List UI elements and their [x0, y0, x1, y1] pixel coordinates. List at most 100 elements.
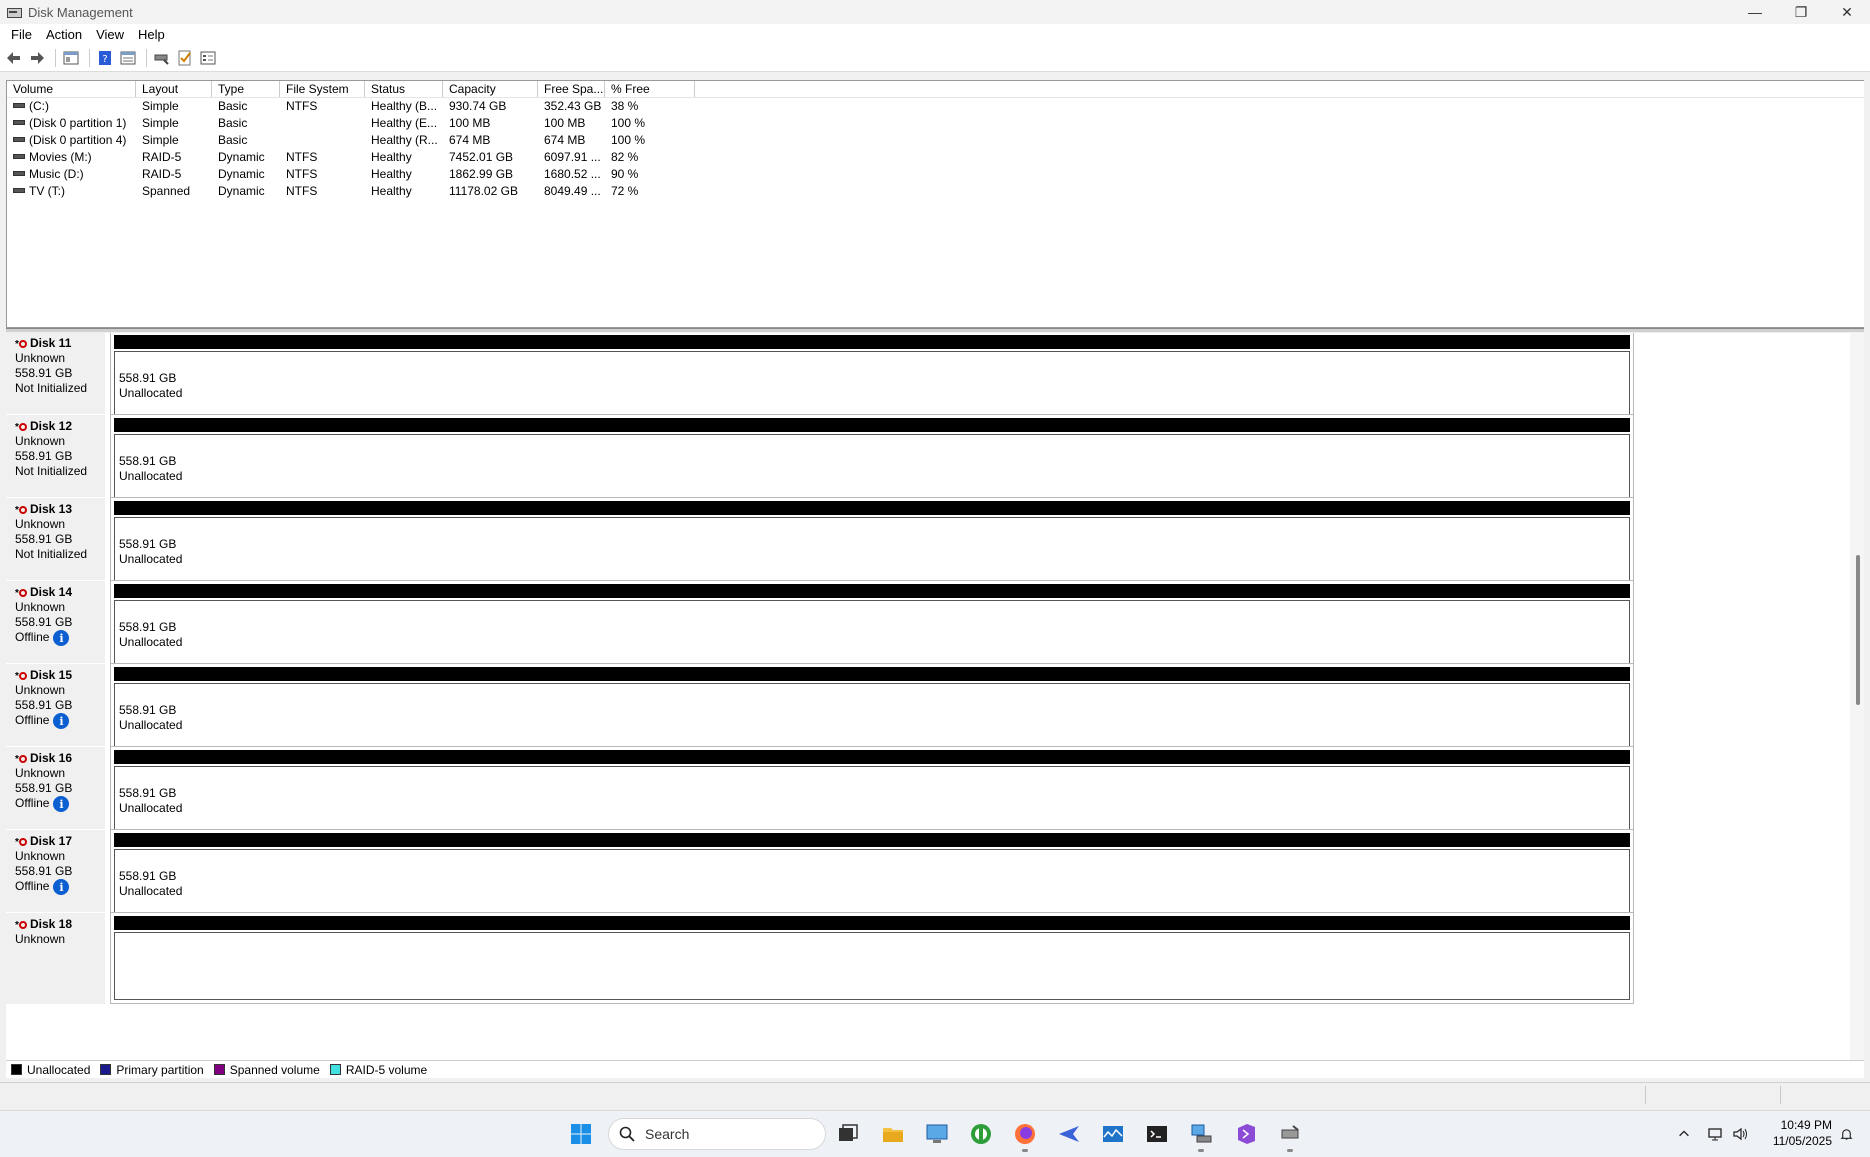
- vertical-scrollbar[interactable]: [1850, 333, 1864, 1060]
- column-layout[interactable]: Layout: [136, 81, 212, 97]
- partition-region[interactable]: 558.91 GB Unallocated: [114, 351, 1630, 419]
- menu-action[interactable]: Action: [39, 27, 89, 42]
- partition-region[interactable]: 558.91 GB Unallocated: [114, 766, 1630, 834]
- app-button-plane[interactable]: [1054, 1119, 1084, 1149]
- legend-label: Unallocated: [27, 1062, 91, 1077]
- volume-cell-volume: (Disk 0 partition 1): [7, 115, 136, 132]
- volume-list: Volume Layout Type File System Status Ca…: [6, 80, 1864, 328]
- close-button[interactable]: ✕: [1824, 0, 1870, 24]
- menu-file[interactable]: File: [4, 27, 39, 42]
- help-button[interactable]: ?: [95, 48, 115, 68]
- drive-icon: [13, 103, 25, 109]
- firefox-button[interactable]: [1010, 1119, 1040, 1152]
- partition-region[interactable]: 558.91 GB Unallocated: [114, 517, 1630, 585]
- connect-button[interactable]: [152, 48, 172, 68]
- drive-icon: [13, 188, 25, 194]
- remote-desktop-button[interactable]: [922, 1119, 952, 1149]
- notifications-button[interactable]: [1834, 1119, 1858, 1149]
- partition-label: Unallocated: [119, 386, 183, 400]
- volume-cell-layout: Simple: [136, 132, 212, 149]
- disk-type: Unknown: [15, 683, 66, 697]
- partition-region[interactable]: [114, 932, 1630, 1000]
- back-button[interactable]: [4, 48, 24, 68]
- terminal-button[interactable]: [1142, 1119, 1172, 1149]
- xbox-app-button[interactable]: [966, 1119, 996, 1149]
- info-icon[interactable]: i: [53, 796, 70, 812]
- visual-studio-button[interactable]: [1231, 1119, 1261, 1149]
- partition-size: 558.91 GB: [119, 786, 177, 800]
- column-percent-free[interactable]: % Free: [605, 81, 695, 97]
- column-free-space[interactable]: Free Spa...: [538, 81, 605, 97]
- volume-cell-layout: RAID-5: [136, 166, 212, 183]
- disk-label[interactable]: Disk 18Unknown: [6, 912, 105, 1004]
- menu-help[interactable]: Help: [131, 27, 172, 42]
- show-hidden-icons-button[interactable]: [1672, 1119, 1696, 1149]
- volume-cell-type: Dynamic: [212, 166, 280, 183]
- column-type[interactable]: Type: [212, 81, 280, 97]
- partition-size: 558.91 GB: [119, 371, 177, 385]
- volume-row[interactable]: Music (D:) RAID-5 Dynamic NTFS Healthy 1862.9…: [7, 166, 1864, 183]
- file-explorer-button[interactable]: [878, 1119, 908, 1149]
- restore-button[interactable]: ❐: [1778, 0, 1824, 24]
- volume-tray-button[interactable]: [1728, 1119, 1752, 1149]
- app-button-chart[interactable]: [1098, 1119, 1128, 1149]
- task-view-button[interactable]: [833, 1119, 863, 1149]
- volume-cell-text: 72 %: [611, 184, 639, 198]
- info-icon[interactable]: i: [53, 713, 70, 729]
- column-file-system[interactable]: File System: [280, 81, 365, 97]
- volume-cell-text: 11178.02 GB: [449, 184, 518, 198]
- disk-name: Disk 16: [15, 751, 105, 767]
- unallocated-bar: [114, 501, 1630, 515]
- volume-cell-fs: NTFS: [280, 149, 365, 166]
- partition-box[interactable]: [110, 912, 1634, 1004]
- disk-state: Not Initialized: [15, 547, 105, 562]
- volume-cell-status: Healthy: [365, 166, 443, 183]
- disk-state-text: Not Initialized: [15, 464, 88, 478]
- check-button[interactable]: [175, 48, 195, 68]
- volume-cell-type: Dynamic: [212, 149, 280, 166]
- windows-logo-icon: [571, 1124, 591, 1144]
- info-icon[interactable]: i: [53, 879, 70, 895]
- column-volume[interactable]: Volume: [7, 81, 136, 97]
- menu-bar: File Action View Help: [0, 24, 1870, 44]
- search-icon: [619, 1126, 635, 1142]
- forward-button[interactable]: [27, 48, 47, 68]
- app-button-drive[interactable]: [1275, 1119, 1305, 1152]
- partition-region[interactable]: 558.91 GB Unallocated: [114, 434, 1630, 502]
- disk-name: Disk 14: [15, 585, 105, 601]
- volume-row[interactable]: TV (T:) Spanned Dynamic NTFS Healthy 11178.02…: [7, 183, 1864, 200]
- menu-view[interactable]: View: [89, 27, 131, 42]
- partition-label: Unallocated: [119, 718, 183, 732]
- volume-cell-text: (Disk 0 partition 4): [29, 133, 127, 147]
- volume-row[interactable]: (Disk 0 partition 1) Simple Basic Healthy (…: [7, 115, 1864, 132]
- volume-cell-free: 1680.52 ...: [538, 166, 605, 183]
- info-icon[interactable]: i: [53, 630, 70, 646]
- network-tray-button[interactable]: [1703, 1119, 1727, 1149]
- volume-cell-status: Healthy (B...: [365, 98, 443, 115]
- column-status[interactable]: Status: [365, 81, 443, 97]
- volume-cell-fs: [280, 132, 365, 149]
- show-hide-tree-button[interactable]: [61, 48, 81, 68]
- partition-region[interactable]: 558.91 GB Unallocated: [114, 600, 1630, 668]
- start-button[interactable]: [566, 1119, 596, 1149]
- console-tree-icon: [63, 51, 79, 64]
- volume-row[interactable]: (C:) Simple Basic NTFS Healthy (B... 930.74 G…: [7, 98, 1864, 115]
- properties-view-button[interactable]: [118, 48, 138, 68]
- column-capacity[interactable]: Capacity: [443, 81, 538, 97]
- partition-label: Unallocated: [119, 552, 183, 566]
- scrollbar-thumb[interactable]: [1856, 555, 1860, 705]
- minimize-button[interactable]: —: [1732, 0, 1778, 24]
- taskbar-clock[interactable]: 10:49 PM 11/05/2025: [1758, 1117, 1832, 1149]
- volume-cell-text: RAID-5: [142, 167, 182, 181]
- partition-size: 558.91 GB: [119, 869, 177, 883]
- pane-splitter[interactable]: [6, 328, 1864, 332]
- partition-region[interactable]: 558.91 GB Unallocated: [114, 683, 1630, 751]
- partition-region[interactable]: 558.91 GB Unallocated: [114, 849, 1630, 917]
- volume-row[interactable]: (Disk 0 partition 4) Simple Basic Healthy (…: [7, 132, 1864, 149]
- settings-view-button[interactable]: [198, 48, 218, 68]
- taskbar-search[interactable]: Search: [608, 1118, 826, 1150]
- search-placeholder: Search: [645, 1126, 690, 1142]
- disk-size: 558.91 GB: [15, 366, 73, 380]
- volume-row[interactable]: Movies (M:) RAID-5 Dynamic NTFS Healthy 7452.…: [7, 149, 1864, 166]
- disk-management-taskbar-button[interactable]: [1186, 1119, 1216, 1152]
